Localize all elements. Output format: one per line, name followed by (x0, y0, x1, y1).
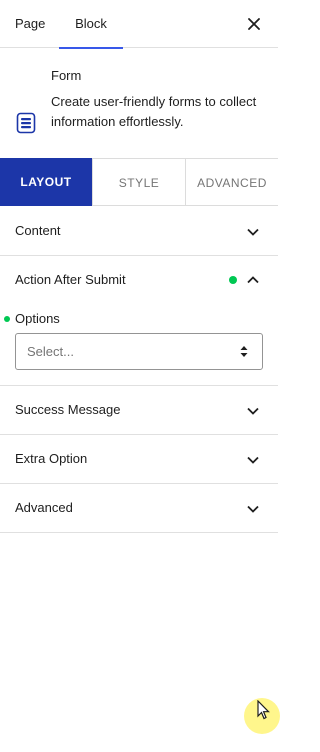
panel-action-after-submit[interactable]: Action After Submit (0, 256, 278, 304)
panel-action-after-submit-label: Action After Submit (15, 272, 126, 287)
select-arrows-icon (240, 345, 248, 358)
panel-content-label: Content (15, 223, 61, 238)
chevron-down-icon (246, 502, 260, 516)
block-description: Create user-friendly forms to collect in… (51, 94, 257, 129)
panel-advanced[interactable]: Advanced (0, 484, 278, 533)
settings-tabs: LAYOUT STYLE ADVANCED (0, 158, 278, 206)
tab-style[interactable]: STYLE (92, 158, 185, 206)
tab-page[interactable]: Page (15, 0, 45, 48)
panel-success-message-label: Success Message (15, 402, 121, 417)
options-select-value: Select... (27, 344, 74, 359)
tab-layout[interactable]: LAYOUT (0, 158, 92, 206)
chevron-down-icon (246, 404, 260, 418)
options-status-dot (4, 316, 10, 322)
status-dot (229, 276, 237, 284)
panel-extra-option[interactable]: Extra Option (0, 435, 278, 484)
panel-success-message[interactable]: Success Message (0, 386, 278, 435)
panel-advanced-label: Advanced (15, 500, 73, 515)
mouse-pointer-icon (257, 699, 271, 720)
chevron-up-icon (246, 273, 260, 287)
chevron-down-icon (246, 225, 260, 239)
top-tab-bar: Page Block (0, 0, 278, 49)
panel-content[interactable]: Content (0, 207, 278, 256)
chevron-down-icon (246, 453, 260, 467)
tab-block[interactable]: Block (59, 0, 123, 49)
options-select[interactable]: Select... (15, 333, 263, 370)
block-title: Form (51, 68, 82, 83)
options-label: Options (15, 311, 60, 326)
tab-advanced[interactable]: ADVANCED (185, 158, 278, 206)
panel-extra-option-label: Extra Option (15, 451, 88, 466)
form-icon (16, 112, 36, 134)
close-icon[interactable] (244, 14, 264, 34)
